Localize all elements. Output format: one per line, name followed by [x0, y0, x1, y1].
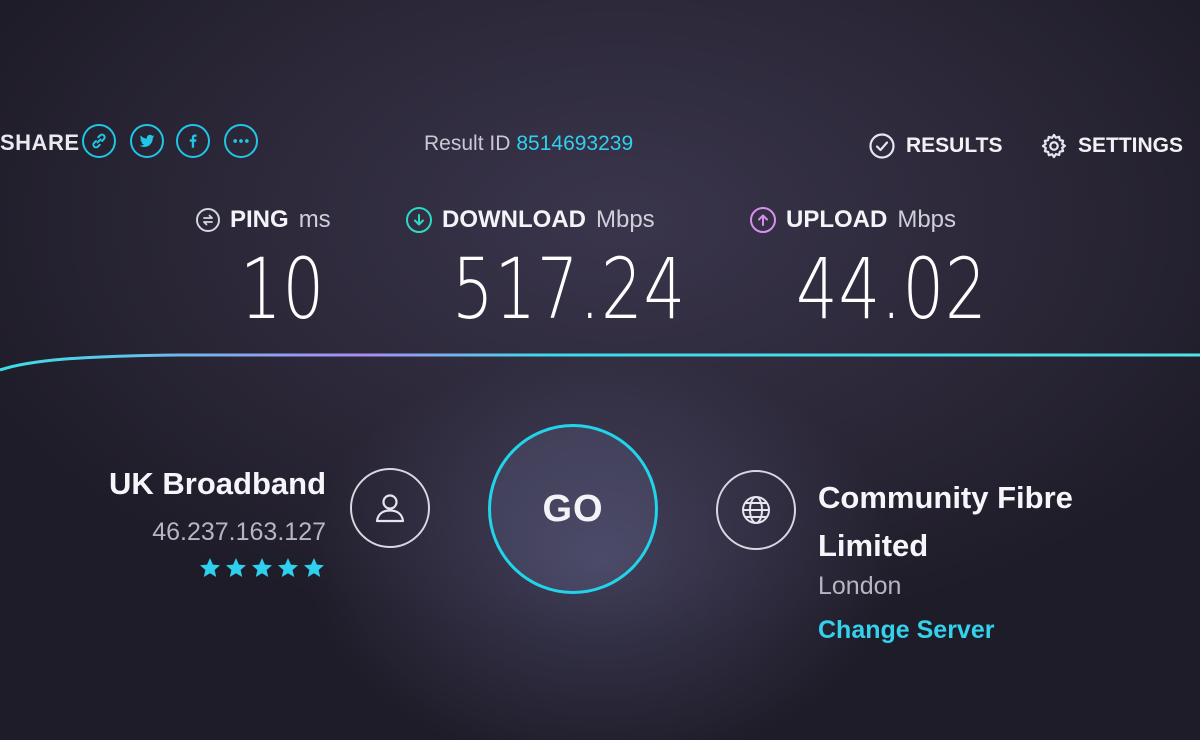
result-id-link[interactable]: 8514693239	[516, 132, 633, 155]
ping-header: PING ms	[196, 206, 331, 234]
results-button[interactable]: RESULTS	[868, 132, 1002, 160]
isp-user-button[interactable]	[350, 468, 430, 548]
settings-label: SETTINGS	[1078, 134, 1184, 157]
server-city: London	[818, 572, 902, 600]
result-id-label: Result ID	[424, 132, 511, 155]
star-icon[interactable]	[302, 556, 326, 580]
globe-icon	[742, 496, 770, 524]
star-icon[interactable]	[276, 556, 300, 580]
share-link-button[interactable]	[82, 124, 116, 158]
ping-icon	[196, 208, 220, 232]
share-twitter-button[interactable]	[130, 124, 164, 158]
star-icon[interactable]	[250, 556, 274, 580]
download-value: 517.24	[452, 240, 686, 338]
gear-icon	[1041, 133, 1067, 159]
upload-arrow-icon	[750, 207, 776, 233]
server-name-line2: Limited	[818, 528, 929, 563]
isp-rating[interactable]	[198, 556, 326, 580]
ping-label: PING	[230, 206, 289, 233]
upload-header: UPLOAD Mbps	[750, 206, 956, 234]
go-button[interactable]: GO	[488, 424, 658, 594]
ping-value: 10	[240, 240, 325, 338]
twitter-icon	[139, 134, 155, 147]
upload-unit: Mbps	[897, 206, 957, 233]
facebook-icon	[189, 134, 197, 148]
isp-name: UK Broadband	[109, 466, 326, 501]
share-facebook-button[interactable]	[176, 124, 210, 158]
server-name-line1: Community Fibre	[818, 480, 1073, 515]
isp-ip-address: 46.237.163.127	[152, 518, 326, 546]
download-arrow-icon	[406, 207, 432, 233]
download-label: DOWNLOAD	[442, 206, 586, 233]
change-server-link[interactable]: Change Server	[818, 616, 994, 645]
settings-button[interactable]: SETTINGS	[1040, 132, 1183, 160]
server-name: Community Fibre Limited	[818, 474, 1158, 570]
upload-label: UPLOAD	[786, 206, 888, 233]
download-header: DOWNLOAD Mbps	[406, 206, 655, 234]
share-more-button[interactable]	[224, 124, 258, 158]
ping-unit: ms	[298, 206, 331, 233]
upload-value: 44.02	[796, 240, 988, 338]
server-globe-button[interactable]	[716, 470, 796, 550]
download-unit: Mbps	[595, 206, 655, 233]
result-id: Result ID 8514693239	[424, 132, 633, 156]
more-icon	[233, 139, 249, 143]
share-label: SHARE	[0, 130, 80, 155]
user-icon	[375, 494, 405, 523]
check-circle-icon	[869, 133, 895, 159]
results-label: RESULTS	[906, 134, 1003, 157]
star-icon[interactable]	[224, 556, 248, 580]
star-icon[interactable]	[198, 556, 222, 580]
speed-graph-line	[0, 353, 1200, 372]
link-icon	[92, 133, 106, 149]
